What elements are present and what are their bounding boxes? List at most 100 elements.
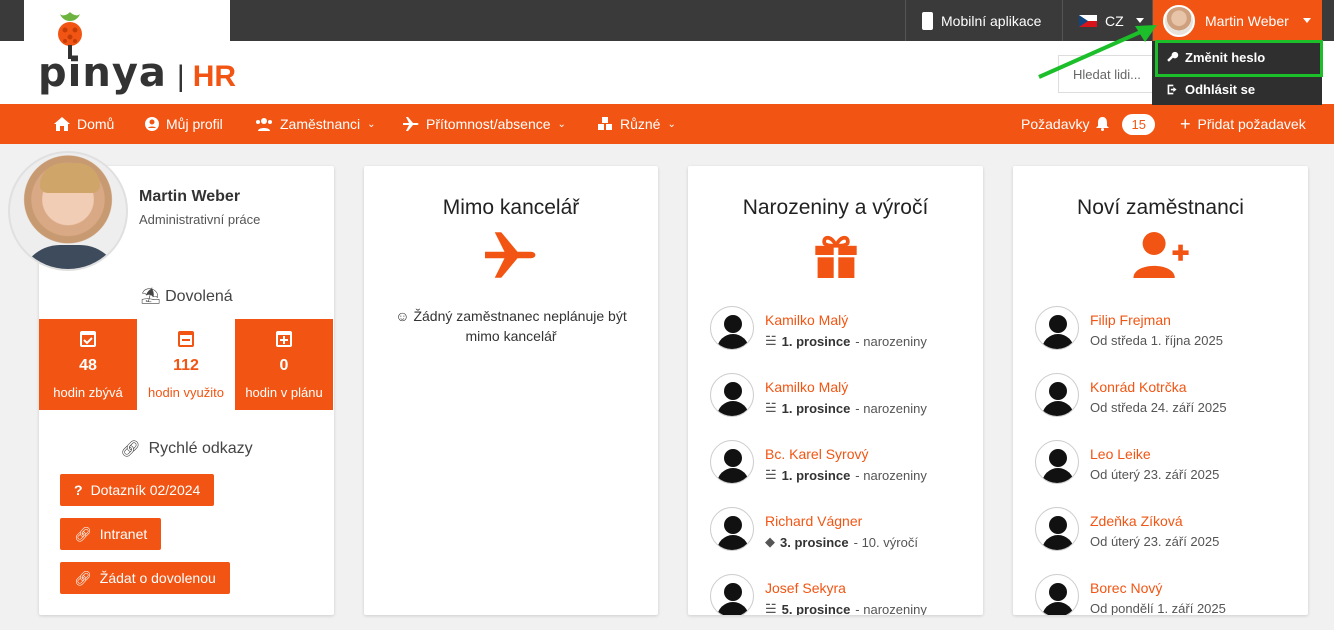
nav-attendance-label: Přítomnost/absence — [426, 116, 551, 132]
bell-icon — [1096, 117, 1110, 131]
nav-employees[interactable]: Zaměstnanci ⌄ — [255, 104, 376, 144]
avatar — [710, 440, 754, 484]
person-name-link[interactable]: Leo Leike — [1090, 446, 1151, 462]
stat-planned: 0 hodin v plánu — [235, 319, 333, 410]
question-icon: ? — [74, 482, 83, 498]
person-name-link[interactable]: Richard Vágner — [765, 513, 862, 529]
link-label: Žádat o dovolenou — [99, 570, 216, 586]
mobile-app-label: Mobilní aplikace — [941, 12, 1042, 29]
plane-icon — [485, 232, 536, 278]
card-title: Noví zaměstnanci — [1077, 196, 1244, 219]
logout-item[interactable]: Odhlásit se — [1166, 82, 1255, 97]
nav-profile[interactable]: Můj profil — [145, 104, 223, 144]
vacation-title: ⛱ Dovolená — [39, 286, 334, 306]
diamond-icon: ◆ — [765, 534, 775, 549]
person-name-link[interactable]: Filip Frejman — [1090, 312, 1171, 328]
avatar — [1035, 373, 1079, 417]
nav-home-label: Domů — [77, 116, 115, 132]
link-label: Dotazník 02/2024 — [90, 482, 201, 498]
person-name-link[interactable]: Bc. Karel Syrový — [765, 446, 868, 462]
calendar-check-icon — [80, 331, 96, 347]
person-start-date: Od pondělí 1. září 2025 — [1090, 601, 1226, 615]
stat-value: 0 — [279, 357, 289, 374]
avatar — [710, 507, 754, 551]
stat-label: hodin využito — [148, 385, 224, 400]
plus-icon: + — [1180, 113, 1191, 134]
link-icon: 🔗︎ — [74, 569, 92, 586]
avatar — [1035, 507, 1079, 551]
link-button-intranet[interactable]: 🔗︎ Intranet — [60, 518, 162, 550]
avatar — [710, 306, 754, 350]
nav-requests-label: Požadavky — [1021, 116, 1090, 132]
calendar-minus-icon — [178, 331, 194, 347]
avatar — [1035, 306, 1079, 350]
chevron-down-icon — [1302, 18, 1311, 23]
user-circle-icon — [145, 117, 159, 131]
add-request-label: Přidat požadavek — [1197, 116, 1306, 132]
phone-icon — [922, 11, 933, 30]
person-name-link[interactable]: Kamilko Malý — [765, 312, 848, 328]
add-request-button[interactable]: + Přidat požadavek — [1180, 104, 1306, 144]
avatar — [710, 574, 754, 615]
cake-icon: ☱ — [765, 400, 777, 415]
link-label: Intranet — [99, 526, 148, 542]
person-name-link[interactable]: Kamilko Malý — [765, 379, 848, 395]
nav-requests[interactable]: Požadavky 15 — [1021, 104, 1155, 144]
person-start-date: Od úterý 23. září 2025 — [1090, 534, 1220, 549]
avatar — [710, 373, 754, 417]
person-detail: ☱ 1. prosince - narozeniny — [765, 400, 927, 416]
requests-count-badge: 15 — [1122, 113, 1155, 135]
highlight-box — [1155, 40, 1323, 77]
list-item: Kamilko Malý ☱ 1. prosince - narozeniny — [710, 373, 970, 423]
cubes-icon — [598, 117, 612, 130]
card-title: Mimo kancelář — [442, 196, 580, 219]
plane-icon — [403, 117, 419, 131]
list-item: Josef Sekyra ☱ 5. prosince - narozeniny — [710, 574, 970, 615]
person-name-link[interactable]: Borec Nový — [1090, 580, 1162, 596]
home-icon — [54, 117, 70, 131]
list-item: Zdeňka Zíková Od úterý 23. září 2025 — [1035, 507, 1295, 557]
list-item: Bc. Karel Syrový ☱ 1. prosince - narozenin… — [710, 440, 970, 490]
users-icon — [256, 117, 272, 131]
cake-icon: ☱ — [765, 601, 777, 615]
nav-employees-label: Zaměstnanci — [280, 116, 361, 132]
link-button-vacation-request[interactable]: 🔗︎ Žádat o dovolenou — [60, 562, 230, 594]
mobile-app-link[interactable]: Mobilní aplikace — [905, 0, 1055, 41]
person-name-link[interactable]: Zdeňka Zíková — [1090, 513, 1183, 529]
empty-message: ☺ Žádný zaměstnanec neplánuje být mimo k… — [394, 306, 628, 346]
gift-icon — [814, 235, 857, 278]
logo-hr: HR — [192, 60, 237, 93]
user-menu-toggle[interactable]: Martin Weber — [1152, 0, 1322, 41]
stat-label: hodin zbývá — [53, 385, 123, 400]
avatar — [1163, 4, 1195, 37]
beach-icon: ⛱ — [140, 288, 161, 305]
nav-misc-label: Různé — [620, 116, 661, 132]
nav-misc[interactable]: Různé ⌄ — [597, 104, 676, 144]
list-item: Konrád Kotrčka Od středa 24. září 2025 — [1035, 373, 1295, 423]
main-nav: Domů Můj profil Zaměstnanci ⌄ Přítomnost… — [0, 104, 1334, 144]
nav-attendance[interactable]: Přítomnost/absence ⌄ — [403, 104, 566, 144]
user-name: Martin Weber — [1205, 12, 1289, 29]
person-name-link[interactable]: Konrád Kotrčka — [1090, 379, 1187, 395]
list-item: Leo Leike Od úterý 23. září 2025 — [1035, 440, 1295, 490]
list-item: Richard Vágner ◆ 3. prosince - 10. výročí — [710, 507, 970, 557]
person-detail: ☱ 5. prosince - narozeniny — [765, 601, 927, 615]
stat-value: 48 — [79, 357, 97, 374]
birthdays-card: Narozeniny a výročí Kamilko Malý ☱ 1. pro… — [688, 166, 983, 615]
nav-profile-label: Můj profil — [166, 116, 223, 132]
profile-role: Administrativní práce — [139, 212, 261, 227]
logout-label: Odhlásit se — [1185, 82, 1256, 97]
stat-used: 112 hodin využito — [137, 319, 235, 410]
person-start-date: Od středa 1. října 2025 — [1090, 333, 1223, 348]
link-button-questionnaire[interactable]: ? Dotazník 02/2024 — [60, 474, 215, 506]
person-detail: ◆ 3. prosince - 10. výročí — [765, 534, 918, 550]
nav-home[interactable]: Domů — [54, 104, 114, 144]
profile-name: Martin Weber — [139, 188, 241, 205]
chevron-down-icon: ⌄ — [667, 118, 676, 130]
list-item: Borec Nový Od pondělí 1. září 2025 — [1035, 574, 1295, 615]
link-icon: 🔗︎ — [74, 525, 92, 542]
list-item: Kamilko Malý ☱ 1. prosince - narozeniny — [710, 306, 970, 356]
avatar — [1035, 440, 1079, 484]
person-name-link[interactable]: Josef Sekyra — [765, 580, 846, 596]
person-detail: ☱ 1. prosince - narozeniny — [765, 467, 927, 483]
